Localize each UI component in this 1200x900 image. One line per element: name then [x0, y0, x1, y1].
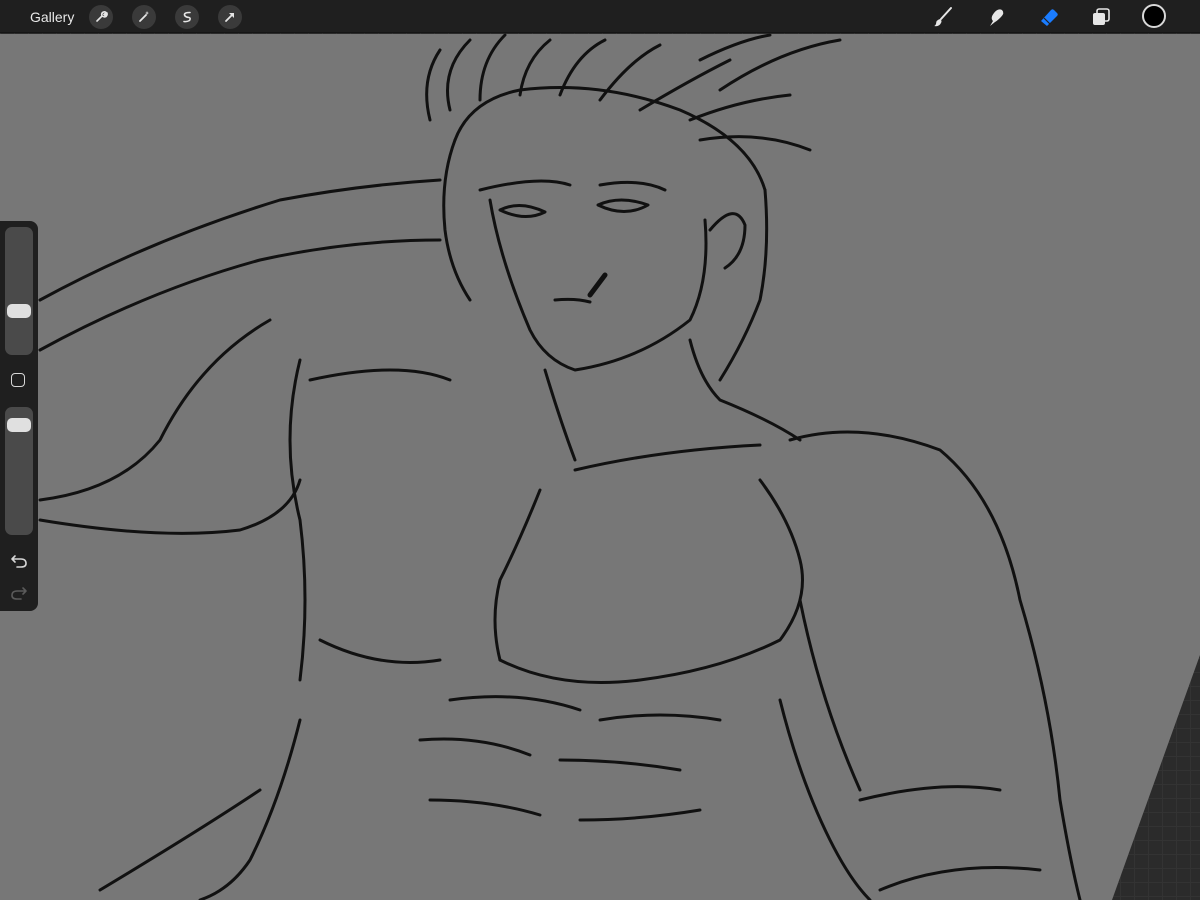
opacity-slider[interactable]: [5, 407, 33, 535]
opacity-knob[interactable]: [7, 417, 31, 432]
brush-icon: [934, 7, 952, 27]
wrench-icon: [96, 11, 108, 22]
smudge-tool-button[interactable]: [984, 5, 1008, 29]
drawing-canvas[interactable]: [0, 0, 1200, 900]
eraser-tool-button[interactable]: [1037, 5, 1061, 29]
modify-square-icon[interactable]: [11, 373, 25, 387]
layers-button[interactable]: [1089, 5, 1113, 29]
brush-size-slider[interactable]: [5, 227, 33, 355]
selection-icon: [183, 11, 191, 23]
selection-button[interactable]: [175, 5, 199, 29]
top-toolbar: Gallery: [0, 0, 1200, 33]
layers-icon: [1093, 8, 1110, 25]
undo-icon[interactable]: [9, 551, 29, 571]
actions-button[interactable]: [89, 5, 113, 29]
brush-size-knob[interactable]: [7, 303, 31, 318]
adjustments-button[interactable]: [132, 5, 156, 29]
smudge-icon: [990, 9, 1004, 26]
transform-arrow-icon: [225, 13, 234, 22]
redo-icon[interactable]: [9, 583, 29, 603]
eraser-icon: [1041, 9, 1058, 26]
left-sidebar: [0, 221, 38, 611]
color-picker-button[interactable]: [1142, 4, 1166, 28]
magic-wand-icon: [139, 11, 149, 22]
transform-button[interactable]: [218, 5, 242, 29]
brush-tool-button[interactable]: [931, 5, 955, 29]
gallery-button[interactable]: Gallery: [30, 8, 74, 26]
